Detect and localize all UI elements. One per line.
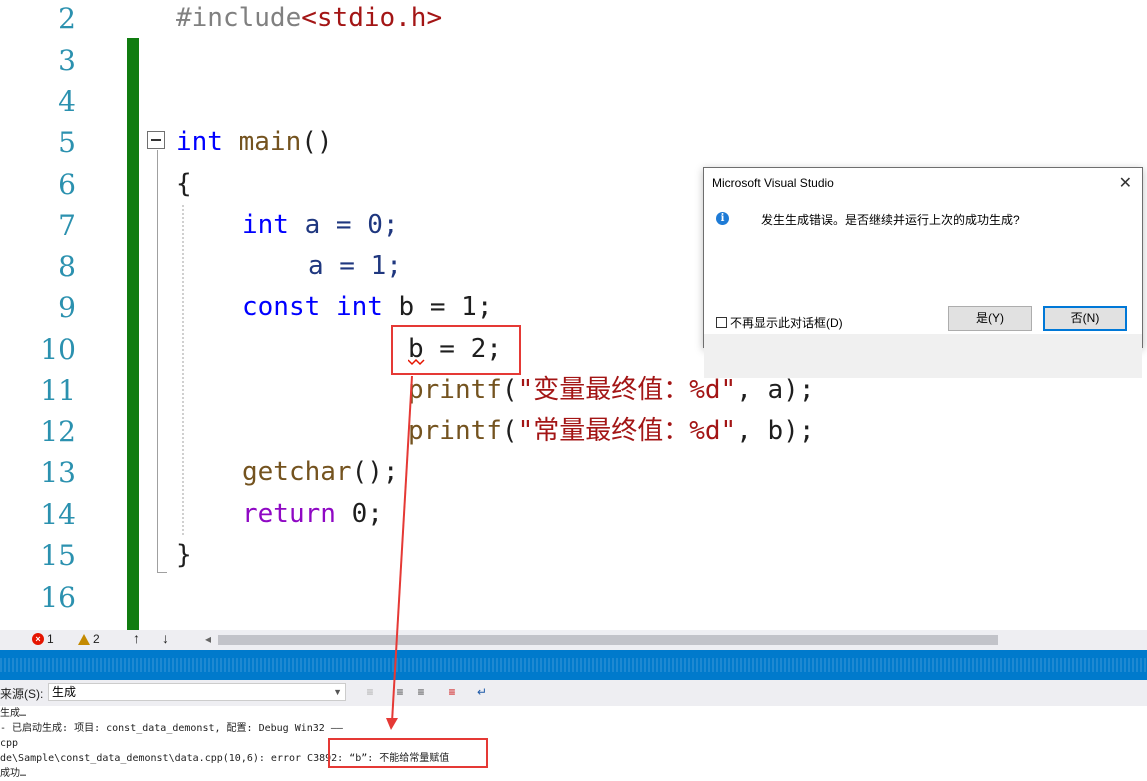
highlight-box-error-line bbox=[391, 325, 521, 375]
no-button[interactable]: 否(N) bbox=[1043, 306, 1127, 331]
line-number: 11 bbox=[40, 374, 76, 407]
next-message-icon[interactable]: ≡ bbox=[413, 684, 429, 700]
output-line: de\Sample\const_data_demonst\data.cpp(10… bbox=[0, 753, 450, 764]
dialog-footer bbox=[704, 334, 1142, 378]
code-line-return[interactable]: return 0; bbox=[242, 494, 383, 535]
line-number: 5 bbox=[58, 126, 76, 159]
line-number: 12 bbox=[40, 415, 76, 448]
line-number: 13 bbox=[40, 456, 76, 489]
chevron-down-icon: ▼ bbox=[333, 687, 342, 697]
source-label: 来源(S): bbox=[0, 687, 44, 701]
line-number: 16 bbox=[40, 581, 76, 614]
code-line-int-a[interactable]: int a = 0; bbox=[242, 205, 399, 246]
warning-count[interactable]: 2 bbox=[78, 632, 100, 646]
prev-message-icon[interactable]: ≡ bbox=[392, 684, 408, 700]
line-number: 10 bbox=[40, 333, 76, 366]
line-number: 14 bbox=[40, 498, 76, 531]
up-arrow-icon[interactable]: ↑ bbox=[133, 630, 140, 646]
line-number: 6 bbox=[58, 168, 76, 201]
error-count[interactable]: × 1 bbox=[32, 632, 54, 646]
goto-line-icon[interactable]: ≡ bbox=[362, 684, 378, 700]
dialog-body: i 发生生成错误。是否继续并运行上次的成功生成? 是(Y) 否(N) 不再显示此… bbox=[704, 198, 1142, 378]
dialog-titlebar[interactable]: Microsoft Visual Studio ✕ bbox=[704, 168, 1142, 198]
code-line-close-brace[interactable]: } bbox=[176, 535, 192, 576]
output-line: - 已启动生成: 项目: const_data_demonst, 配置: Deb… bbox=[0, 723, 343, 734]
outline-line bbox=[157, 150, 158, 572]
warning-icon bbox=[78, 633, 90, 645]
error-icon: × bbox=[32, 633, 44, 645]
indent-guide bbox=[182, 205, 184, 535]
dialog-message: 发生生成错误。是否继续并运行上次的成功生成? bbox=[761, 213, 1020, 227]
outline-end bbox=[157, 572, 167, 573]
yes-button[interactable]: 是(Y) bbox=[948, 306, 1032, 331]
line-number: 15 bbox=[40, 539, 76, 572]
line-number: 7 bbox=[58, 209, 76, 242]
dont-show-again-checkbox[interactable]: 不再显示此对话框(D) bbox=[716, 314, 843, 331]
output-line: 成功… bbox=[0, 768, 27, 779]
code-line-getchar[interactable]: getchar(); bbox=[242, 452, 399, 493]
line-number: 4 bbox=[58, 85, 76, 118]
horizontal-scrollbar[interactable] bbox=[218, 635, 998, 645]
change-indicator-bar bbox=[127, 38, 139, 630]
line-number: 9 bbox=[58, 291, 76, 324]
checkbox-box[interactable] bbox=[716, 317, 727, 328]
code-line-printf-b[interactable]: printf("常量最终值：%d", b); bbox=[408, 411, 814, 452]
code-line-const-b[interactable]: const int b = 1; bbox=[242, 287, 492, 328]
collapse-icon[interactable] bbox=[147, 131, 165, 149]
code-line-main[interactable]: int main() bbox=[176, 122, 333, 163]
panel-title-bar bbox=[0, 650, 1147, 680]
word-wrap-icon[interactable]: ↵ bbox=[474, 684, 490, 700]
source-dropdown[interactable]: 生成 ▼ bbox=[48, 683, 346, 701]
scroll-left-icon[interactable]: ◂ bbox=[205, 632, 211, 646]
code-line-assign-a[interactable]: a = 1; bbox=[308, 246, 402, 287]
down-arrow-icon[interactable]: ↓ bbox=[162, 630, 169, 646]
clear-all-icon[interactable]: ≡ bbox=[444, 684, 460, 700]
build-error-dialog: Microsoft Visual Studio ✕ i 发生生成错误。是否继续并… bbox=[703, 167, 1143, 378]
close-icon[interactable]: ✕ bbox=[1119, 173, 1132, 193]
output-pane[interactable]: 生成… - 已启动生成: 项目: const_data_demonst, 配置:… bbox=[0, 706, 1147, 779]
dialog-title: Microsoft Visual Studio bbox=[712, 176, 834, 190]
highlight-box-error-message bbox=[328, 738, 488, 768]
output-line: 生成… bbox=[0, 708, 27, 719]
line-number: 2 bbox=[58, 2, 76, 35]
output-toolbar: 来源(S): 生成 ▼ ≡ ≡ ≡ ≡ ↵ bbox=[0, 680, 1147, 706]
code-line-include[interactable]: #include<stdio.h> bbox=[176, 0, 442, 39]
line-number: 8 bbox=[58, 250, 76, 283]
info-icon: i bbox=[716, 212, 729, 225]
output-line: cpp bbox=[0, 738, 19, 749]
code-line-open-brace[interactable]: { bbox=[176, 164, 192, 205]
line-number: 3 bbox=[58, 44, 76, 77]
